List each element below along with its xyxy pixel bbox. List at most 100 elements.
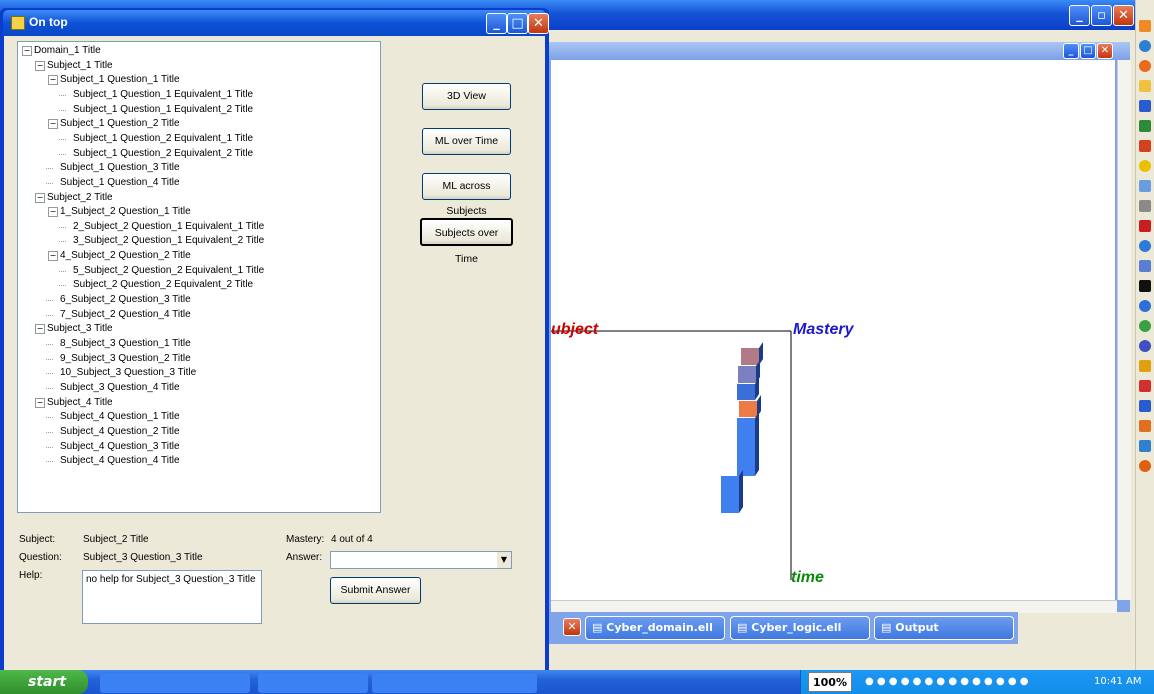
tree-expander-icon[interactable]: −: [35, 192, 45, 203]
minimized-close-button[interactable]: ✕: [563, 618, 581, 636]
tree-node[interactable]: Subject_4 Question_3 Title: [60, 440, 180, 454]
document-icon: ▤: [592, 621, 603, 634]
tree-node[interactable]: Subject_1 Question_2 Title: [60, 117, 180, 131]
help-textbox[interactable]: no help for Subject_3 Question_3 Title: [82, 570, 262, 624]
tree-node[interactable]: Subject_2 Title: [47, 191, 113, 205]
zoom-level[interactable]: 100%: [808, 672, 852, 692]
mastery-bar: [737, 384, 755, 400]
viewer-maximize-button[interactable]: □: [1080, 43, 1096, 59]
mastery-bar: [737, 418, 755, 476]
tree-node[interactable]: 7_Subject_2 Question_4 Title: [60, 308, 191, 322]
tree-expander-icon[interactable]: −: [48, 119, 58, 130]
tree-node[interactable]: Subject_1 Question_3 Title: [60, 161, 180, 175]
ie-icon[interactable]: [1139, 240, 1151, 252]
app-close-button[interactable]: ✕: [1113, 5, 1134, 26]
mastery-label: Mastery:: [286, 534, 325, 545]
submit-answer-button[interactable]: Submit Answer: [330, 577, 421, 604]
tool-icon[interactable]: [1139, 160, 1151, 172]
tree-connector: [46, 300, 53, 302]
tree-node[interactable]: 1_Subject_2 Question_1 Title: [60, 205, 191, 219]
dialog-minimize-button[interactable]: _: [486, 13, 507, 34]
domain-tree-view[interactable]: − Domain_1 Title − Subject_1 Title − Subject_…: [17, 41, 381, 513]
tree-node[interactable]: Domain_1 Title: [34, 44, 101, 58]
tree-expander-icon[interactable]: −: [48, 75, 58, 86]
taskbar-item[interactable]: [258, 673, 368, 693]
start-button[interactable]: start: [0, 670, 88, 694]
ml-over-time-button[interactable]: ML over Time: [422, 128, 511, 155]
tree-expander-icon[interactable]: −: [48, 251, 58, 262]
tool-icon[interactable]: [1139, 360, 1151, 372]
taskbar-item[interactable]: [100, 673, 250, 693]
tree-node[interactable]: Subject_4 Title: [47, 396, 113, 410]
tree-node[interactable]: Subject_1 Question_4 Title: [60, 176, 180, 190]
media-icon[interactable]: [1139, 340, 1151, 352]
viewer-vertical-scrollbar[interactable]: [1117, 60, 1131, 600]
tree-node[interactable]: Subject_4 Question_1 Title: [60, 410, 180, 424]
tree-node[interactable]: 3_Subject_2 Question_1 Equivalent_2 Titl…: [73, 234, 264, 248]
tray-icons[interactable]: ● ● ● ● ● ● ● ● ● ● ● ● ● ●: [865, 676, 1085, 688]
tree-node[interactable]: Subject_3 Question_4 Title: [60, 381, 180, 395]
browser-icon[interactable]: [1139, 60, 1151, 72]
tree-node[interactable]: Subject_4 Question_2 Title: [60, 425, 180, 439]
ml-across-subjects-button[interactable]: ML across Subjects: [422, 173, 511, 217]
mastery-value: 4 out of 4: [331, 534, 373, 545]
dialog-close-button[interactable]: ✕: [528, 13, 549, 34]
search-icon[interactable]: [1139, 40, 1151, 52]
tree-node[interactable]: Subject_2 Question_2 Equivalent_2 Title: [73, 278, 253, 292]
editor-icon[interactable]: [1139, 400, 1151, 412]
outlook-icon[interactable]: [1139, 140, 1151, 152]
tree-expander-icon[interactable]: −: [35, 324, 45, 335]
tree-node[interactable]: Subject_1 Question_1 Equivalent_1 Title: [73, 88, 253, 102]
toolbar-icon[interactable]: [1139, 20, 1151, 32]
viewer-canvas[interactable]: ubject Mastery time: [551, 60, 1115, 600]
tree-node[interactable]: Subject_1 Question_2 Equivalent_2 Title: [73, 147, 253, 161]
tool-icon[interactable]: [1139, 200, 1151, 212]
viewer-minimize-button[interactable]: _: [1063, 43, 1079, 59]
answer-select[interactable]: ▼: [330, 551, 512, 569]
folder-icon[interactable]: [1139, 80, 1151, 92]
chevron-down-icon[interactable]: ▼: [497, 552, 511, 568]
clock-icon[interactable]: [1139, 300, 1151, 312]
tree-expander-icon[interactable]: −: [22, 46, 32, 56]
tree-node[interactable]: Subject_4 Question_4 Title: [60, 454, 180, 468]
app-minimize-button[interactable]: _: [1069, 5, 1090, 26]
document-icon[interactable]: [1139, 260, 1151, 272]
mdi-tab-cyber-domain[interactable]: ▤ Cyber_domain.ell: [585, 616, 725, 640]
3d-view-button[interactable]: 3D View: [422, 83, 511, 110]
tree-node[interactable]: Subject_3 Title: [47, 322, 113, 336]
taskbar-item[interactable]: [372, 673, 537, 693]
tree-node[interactable]: Subject_1 Title: [47, 59, 113, 73]
viewer-title-bar: [545, 42, 1130, 60]
tree-node[interactable]: Subject_1 Question_1 Title: [60, 73, 180, 87]
tree-node[interactable]: 5_Subject_2 Question_2 Equivalent_1 Titl…: [73, 264, 264, 278]
mdi-tab-output[interactable]: ▤ Output: [874, 616, 1014, 640]
tree-expander-icon[interactable]: −: [48, 207, 58, 218]
tree-node[interactable]: 8_Subject_3 Question_1 Title: [60, 337, 191, 351]
tree-expander-icon[interactable]: −: [35, 60, 45, 71]
tree-node[interactable]: 2_Subject_2 Question_1 Equivalent_1 Titl…: [73, 220, 264, 234]
tree-node[interactable]: 4_Subject_2 Question_2 Title: [60, 249, 191, 263]
tree-connector: [46, 461, 53, 463]
excel-icon[interactable]: [1139, 120, 1151, 132]
arrow-icon[interactable]: [1139, 380, 1151, 392]
tree-node[interactable]: Subject_1 Question_2 Equivalent_1 Title: [73, 132, 253, 146]
dialog-maximize-button[interactable]: □: [507, 13, 528, 34]
tree-node[interactable]: 10_Subject_3 Question_3 Title: [60, 366, 196, 380]
word-icon[interactable]: [1139, 100, 1151, 112]
tree-node[interactable]: 9_Subject_3 Question_2 Title: [60, 352, 191, 366]
terminal-icon[interactable]: [1139, 280, 1151, 292]
acrobat-icon[interactable]: [1139, 220, 1151, 232]
tree-connector: [59, 241, 66, 243]
mdi-tab-cyber-logic[interactable]: ▤ Cyber_logic.ell: [730, 616, 870, 640]
globe-icon[interactable]: [1139, 320, 1151, 332]
tree-expander-icon[interactable]: −: [35, 397, 45, 408]
window-icon[interactable]: [1139, 180, 1151, 192]
app-restore-button[interactable]: ▫: [1091, 5, 1112, 26]
tool-icon[interactable]: [1139, 440, 1151, 452]
viewer-close-button[interactable]: ✕: [1097, 43, 1113, 59]
tree-node[interactable]: 6_Subject_2 Question_3 Title: [60, 293, 191, 307]
aim-icon[interactable]: [1139, 460, 1151, 472]
mail-icon[interactable]: [1139, 420, 1151, 432]
tree-node[interactable]: Subject_1 Question_1 Equivalent_2 Title: [73, 103, 253, 117]
subjects-over-time-button[interactable]: Subjects over Time: [420, 218, 513, 265]
